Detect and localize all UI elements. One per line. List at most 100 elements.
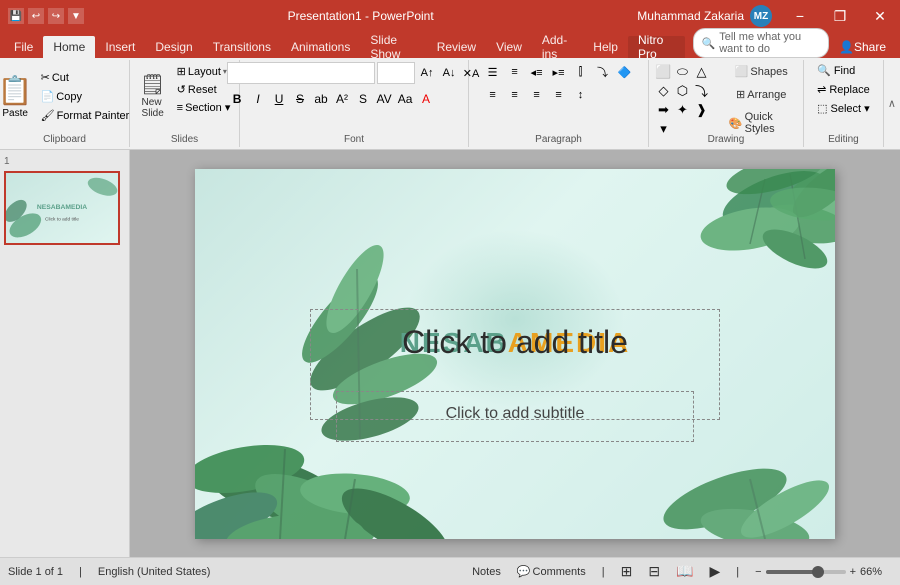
slide[interactable]: NESABAMEDIA Click to add title Click to …: [195, 169, 835, 539]
line-spacing-button[interactable]: ↕: [571, 85, 591, 105]
collapse-ribbon-button[interactable]: ∧: [884, 60, 900, 147]
quick-access-toolbar[interactable]: 💾 ↩ ↪ ▼: [8, 8, 84, 24]
select-button[interactable]: ⬚ Select ▾: [813, 100, 874, 117]
redo-icon[interactable]: ↪: [48, 8, 64, 24]
status-divider-2: |: [602, 566, 605, 578]
tab-slideshow[interactable]: Slide Show: [360, 36, 426, 58]
increase-indent-button[interactable]: ▸≡: [549, 62, 569, 82]
layout-button[interactable]: ⊞ Layout ▾: [173, 63, 235, 80]
convert-to-smartart-button[interactable]: 🔷: [615, 62, 635, 82]
zoom-slider-fill: [766, 570, 814, 574]
subscript-button[interactable]: ab: [311, 89, 331, 109]
comments-icon: 💬: [517, 565, 531, 578]
spacing-button[interactable]: AV: [374, 89, 394, 109]
comments-button[interactable]: 💬 Comments: [517, 565, 586, 578]
reset-button[interactable]: ↺ Reset: [173, 81, 235, 98]
align-right-button[interactable]: ≡: [527, 85, 547, 105]
tab-help[interactable]: Help: [583, 36, 628, 58]
tell-me-text: Tell me what you want to do: [719, 31, 820, 55]
italic-button[interactable]: I: [248, 89, 268, 109]
zoom-in-button[interactable]: +: [850, 566, 856, 578]
tab-nitro[interactable]: Nitro Pro: [628, 36, 685, 58]
restore-button[interactable]: ❐: [820, 0, 860, 32]
slide-thumb-content: NESABAMEDIA Click to add title: [6, 173, 118, 243]
slide-thumbnail[interactable]: NESABAMEDIA Click to add title: [4, 171, 120, 245]
justify-button[interactable]: ≡: [549, 85, 569, 105]
tab-home[interactable]: Home: [43, 36, 95, 58]
zoom-controls: − + 66%: [755, 566, 892, 578]
tab-transitions[interactable]: Transitions: [203, 36, 281, 58]
new-slide-button[interactable]: 🗒 NewSlide: [135, 72, 171, 122]
text-direction-button[interactable]: ⤵: [593, 62, 613, 82]
user-info: Muhammad Zakaria MZ: [637, 5, 772, 27]
shape-btn-2[interactable]: ⬭: [673, 63, 691, 81]
align-center-button[interactable]: ≡: [505, 85, 525, 105]
copy-button[interactable]: 📄 Copy: [37, 88, 134, 105]
zoom-slider[interactable]: [766, 570, 846, 574]
numbering-button[interactable]: ≡: [505, 62, 525, 82]
slideshow-icon[interactable]: ▶: [709, 563, 720, 580]
zoom-slider-thumb[interactable]: [812, 566, 824, 578]
undo-icon[interactable]: ↩: [28, 8, 44, 24]
paragraph-label: Paragraph: [469, 134, 648, 145]
tab-review[interactable]: Review: [427, 36, 486, 58]
align-left-button[interactable]: ≡: [483, 85, 503, 105]
replace-button[interactable]: ⇌ Replace: [813, 81, 874, 98]
shape-btn-5[interactable]: ⬡: [673, 82, 691, 100]
decrease-indent-button[interactable]: ◂≡: [527, 62, 547, 82]
customize-icon[interactable]: ▼: [68, 8, 84, 24]
superscript-button[interactable]: A²: [332, 89, 352, 109]
find-button[interactable]: 🔍 Find: [813, 62, 874, 79]
notes-button[interactable]: Notes: [472, 566, 501, 578]
share-button[interactable]: 👤 Share: [829, 36, 896, 58]
language-status[interactable]: English (United States): [98, 566, 211, 578]
font-color-button[interactable]: A: [416, 89, 436, 109]
bold-button[interactable]: B: [227, 89, 247, 109]
arrange-button[interactable]: ⊞ Arrange: [725, 85, 798, 104]
shape-btn-3[interactable]: △: [692, 63, 710, 81]
strikethrough-button[interactable]: S: [290, 89, 310, 109]
shape-btn-6[interactable]: ⤵: [692, 82, 710, 100]
font-family-input[interactable]: [227, 62, 375, 84]
reading-view-icon[interactable]: 📖: [676, 563, 693, 580]
slides-label: Slides: [130, 134, 239, 145]
font-size-input[interactable]: [377, 62, 415, 84]
paste-icon: 📋: [0, 74, 33, 107]
tell-me-box[interactable]: 🔍 Tell me what you want to do: [693, 28, 829, 58]
slide-sorter-icon[interactable]: ⊟: [648, 563, 660, 580]
shapes-button[interactable]: ⬜ Shapes: [725, 62, 798, 81]
drawing-label: Drawing: [649, 134, 803, 145]
section-button[interactable]: ≡ Section ▾: [173, 99, 235, 116]
shadow-button[interactable]: S: [353, 89, 373, 109]
tab-file[interactable]: File: [4, 36, 43, 58]
normal-view-icon[interactable]: ⊞: [621, 563, 633, 580]
tab-design[interactable]: Design: [145, 36, 202, 58]
columns-button[interactable]: ⫿: [571, 62, 591, 82]
cut-button[interactable]: ✂ Cut: [37, 69, 134, 86]
tab-addins[interactable]: Add-ins: [532, 36, 583, 58]
shape-btn-7[interactable]: ➡: [654, 101, 672, 119]
change-case-button[interactable]: Aa: [395, 89, 415, 109]
close-button[interactable]: ✕: [860, 0, 900, 32]
shape-chevron[interactable]: ❱: [692, 101, 710, 119]
format-painter-button[interactable]: 🖌 Format Painter: [37, 107, 134, 124]
decrease-font-button[interactable]: A↓: [439, 63, 459, 83]
shape-btn-4[interactable]: ◇: [654, 82, 672, 100]
tab-animations[interactable]: Animations: [281, 36, 360, 58]
quick-styles-icon: 🎨: [729, 117, 743, 130]
zoom-level[interactable]: 66%: [860, 566, 892, 578]
section-icon: ≡: [177, 102, 183, 114]
ribbon: 📋 Paste ✂ Cut 📄 Copy 🖌 Format Painter Cl…: [0, 58, 900, 150]
editing-group: 🔍 Find ⇌ Replace ⬚ Select ▾ Editing: [804, 60, 884, 147]
save-icon[interactable]: 💾: [8, 8, 24, 24]
zoom-out-button[interactable]: −: [755, 566, 761, 578]
shapes-icon: ⬜: [735, 65, 749, 78]
bullets-button[interactable]: ☰: [483, 62, 503, 82]
paste-button[interactable]: 📋 Paste: [0, 72, 35, 121]
tab-view[interactable]: View: [486, 36, 532, 58]
increase-font-button[interactable]: A↑: [417, 63, 437, 83]
shape-btn-1[interactable]: ⬜: [654, 63, 672, 81]
shape-btn-8[interactable]: ✦: [673, 101, 691, 119]
tab-insert[interactable]: Insert: [95, 36, 145, 58]
underline-button[interactable]: U: [269, 89, 289, 109]
